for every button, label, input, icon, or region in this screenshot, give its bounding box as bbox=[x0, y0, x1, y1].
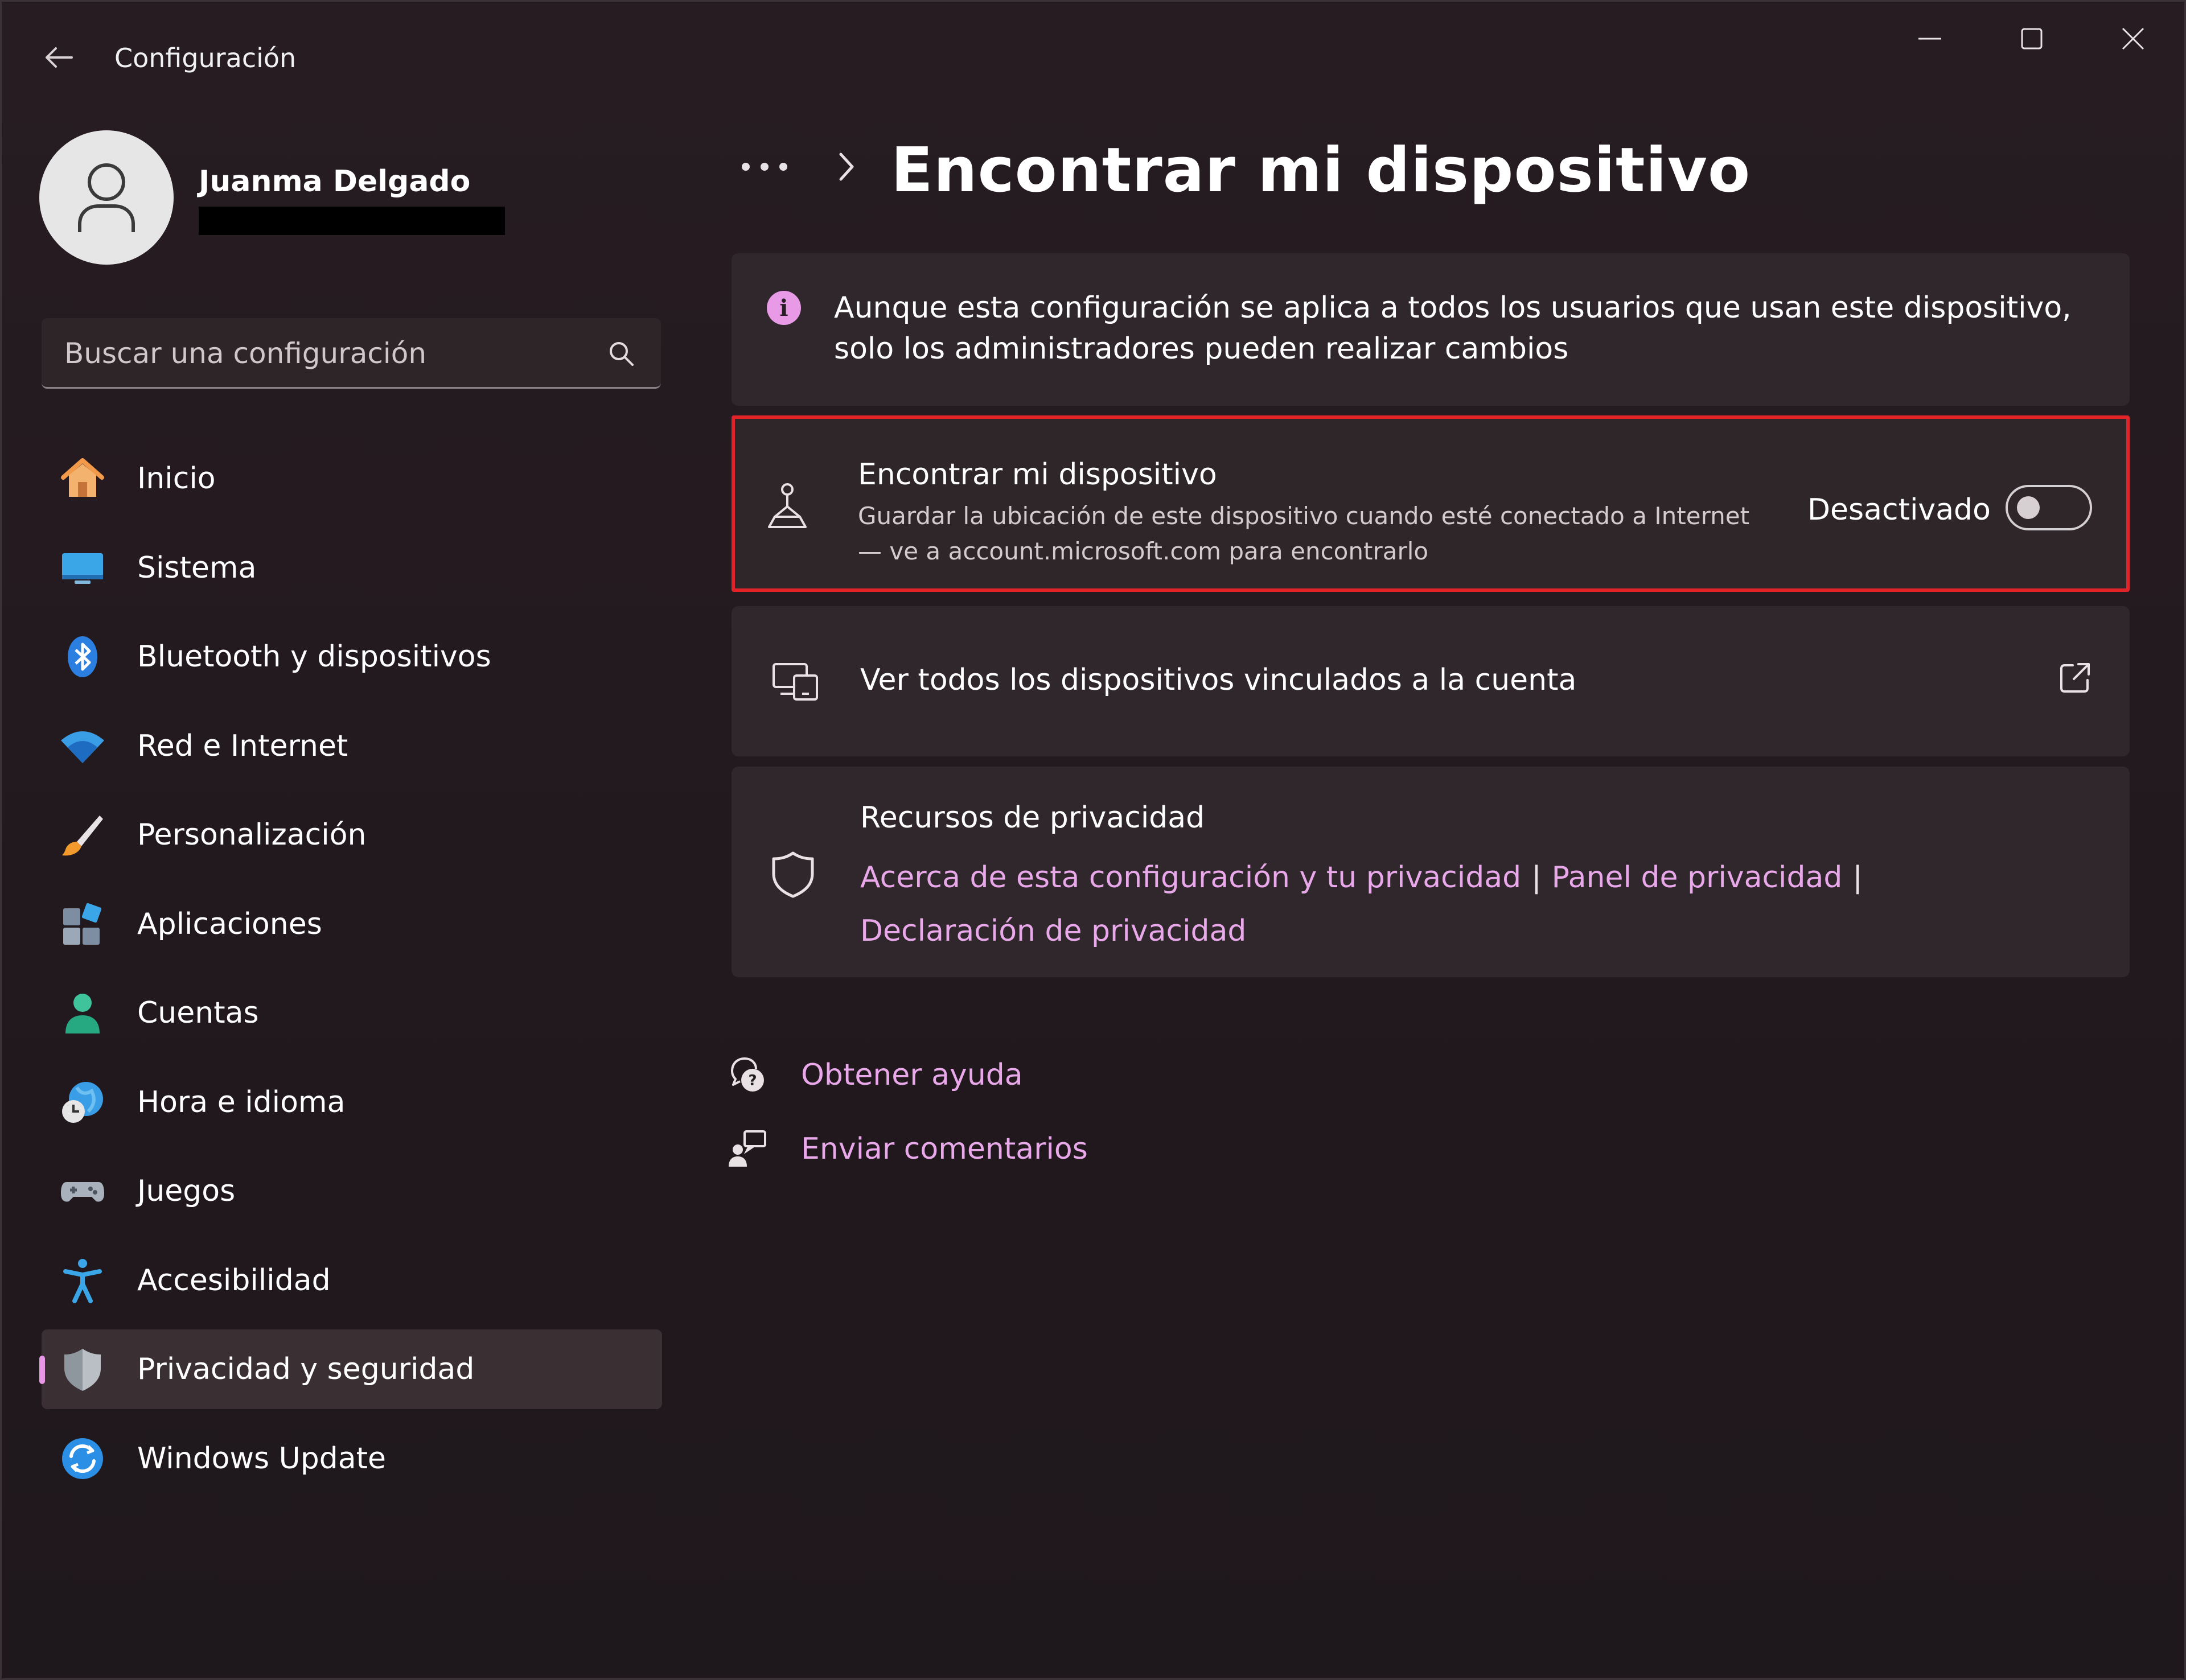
sidebar-item-label: Bluetooth y dispositivos bbox=[137, 640, 491, 674]
sidebar-item-label: Accesibilidad bbox=[137, 1263, 331, 1298]
toggle-status-label: Desactivado bbox=[1807, 493, 1991, 527]
sidebar-item-label: Hora e idioma bbox=[137, 1085, 346, 1119]
info-banner: i Aunque esta configuración se aplica a … bbox=[732, 253, 2130, 406]
settings-window: Configuración Juanma Delgado Buscar una … bbox=[0, 0, 2186, 1680]
more-dots-icon bbox=[742, 163, 787, 171]
sidebar-item-hora[interactable]: Hora e idioma bbox=[42, 1063, 662, 1142]
gamepad-icon bbox=[60, 1168, 105, 1214]
brush-icon bbox=[60, 812, 105, 858]
sidebar-item-label: Aplicaciones bbox=[137, 907, 322, 941]
send-feedback-label: Enviar comentarios bbox=[801, 1132, 1088, 1166]
sidebar-item-label: Privacidad y seguridad bbox=[137, 1352, 475, 1386]
selection-indicator bbox=[39, 1356, 45, 1384]
sidebar-item-red[interactable]: Red e Internet bbox=[42, 706, 662, 786]
monitor-icon bbox=[60, 545, 105, 591]
sidebar-item-privacidad[interactable]: Privacidad y seguridad bbox=[39, 1329, 662, 1409]
maximize-icon bbox=[2021, 28, 2043, 50]
toggle-knob bbox=[2017, 496, 2040, 519]
breadcrumb-more-button[interactable] bbox=[737, 150, 792, 184]
search-box[interactable] bbox=[42, 318, 661, 389]
info-icon: i bbox=[767, 291, 801, 325]
sidebar-item-label: Red e Internet bbox=[137, 728, 348, 763]
get-help-link[interactable]: ? Obtener ayuda bbox=[725, 1052, 1023, 1098]
privacy-resources-card: Recursos de privacidad Acerca de esta co… bbox=[732, 767, 2130, 977]
privacy-resources-title: Recursos de privacidad bbox=[860, 801, 1205, 835]
avatar[interactable] bbox=[39, 130, 174, 265]
sidebar-item-cuentas[interactable]: Cuentas bbox=[42, 973, 662, 1053]
apps-icon bbox=[60, 901, 105, 947]
bluetooth-icon bbox=[60, 634, 105, 680]
send-feedback-link[interactable]: Enviar comentarios bbox=[725, 1126, 1088, 1172]
setting-description: Guardar la ubicación de este dispositivo… bbox=[858, 499, 1769, 569]
sidebar-item-label: Cuentas bbox=[137, 996, 259, 1030]
user-name: Juanma Delgado bbox=[199, 164, 471, 199]
privacy-dashboard-link[interactable]: Panel de privacidad bbox=[1552, 860, 1843, 895]
svg-text:?: ? bbox=[748, 1072, 757, 1089]
person-icon bbox=[78, 163, 135, 232]
maximize-button[interactable] bbox=[1998, 19, 2066, 59]
setting-title: Encontrar mi dispositivo bbox=[858, 458, 1217, 492]
search-icon[interactable] bbox=[607, 340, 635, 367]
wifi-icon bbox=[60, 723, 105, 769]
sidebar-item-label: Inicio bbox=[137, 462, 216, 496]
find-my-device-toggle[interactable] bbox=[2006, 485, 2092, 530]
linked-devices-link-card[interactable]: Ver todos los dispositivos vinculados a … bbox=[732, 606, 2130, 756]
sidebar-item-personalizacion[interactable]: Personalización bbox=[42, 795, 662, 875]
external-link-icon bbox=[2060, 663, 2090, 693]
sidebar-item-bluetooth[interactable]: Bluetooth y dispositivos bbox=[42, 617, 662, 697]
get-help-label: Obtener ayuda bbox=[801, 1058, 1023, 1092]
account-icon bbox=[60, 990, 105, 1036]
sidebar-item-windows-update[interactable]: Windows Update bbox=[42, 1419, 662, 1498]
feedback-icon bbox=[725, 1126, 770, 1172]
devices-icon bbox=[773, 663, 818, 701]
sidebar-item-label: Juegos bbox=[137, 1174, 236, 1208]
chevron-right-icon bbox=[839, 153, 854, 181]
redacted-email bbox=[199, 207, 505, 235]
sidebar-item-accesibilidad[interactable]: Accesibilidad bbox=[42, 1241, 662, 1320]
link-separator: | bbox=[1531, 860, 1542, 895]
minimize-icon bbox=[1918, 38, 1941, 40]
info-text: Aunque esta configuración se aplica a to… bbox=[834, 291, 2072, 366]
page-title: Encontrar mi dispositivo bbox=[891, 135, 1751, 206]
sidebar-nav: Inicio Sistema Bluetooth y dispositivos bbox=[39, 439, 662, 1508]
setting-description-line: Guardar la ubicación de este dispositivo… bbox=[858, 502, 1750, 530]
sidebar-item-aplicaciones[interactable]: Aplicaciones bbox=[42, 884, 662, 964]
home-icon bbox=[60, 456, 105, 501]
linked-devices-label: Ver todos los dispositivos vinculados a … bbox=[860, 663, 1577, 697]
search-input[interactable] bbox=[63, 318, 601, 388]
link-separator: | bbox=[1852, 860, 1863, 895]
update-icon bbox=[60, 1436, 105, 1481]
app-title: Configuración bbox=[114, 43, 297, 73]
privacy-about-link[interactable]: Acerca de esta configuración y tu privac… bbox=[860, 860, 1521, 895]
help-chat-icon: ? bbox=[725, 1052, 770, 1098]
sidebar-item-label: Sistema bbox=[137, 550, 257, 585]
setting-description-line: — ve a account.microsoft.com para encont… bbox=[858, 537, 1429, 565]
close-button[interactable] bbox=[2099, 19, 2167, 59]
sidebar-item-label: Personalización bbox=[137, 818, 367, 852]
sidebar-item-sistema[interactable]: Sistema bbox=[42, 528, 662, 608]
sidebar-item-juegos[interactable]: Juegos bbox=[42, 1151, 662, 1231]
sidebar-item-inicio[interactable]: Inicio bbox=[42, 439, 662, 518]
privacy-statement-link[interactable]: Declaración de privacidad bbox=[860, 914, 1246, 948]
location-person-icon bbox=[768, 483, 807, 528]
globe-clock-icon bbox=[60, 1080, 105, 1125]
privacy-links: Acerca de esta configuración y tu privac… bbox=[860, 851, 2056, 958]
minimize-button[interactable] bbox=[1896, 19, 1964, 59]
shield-outline-icon bbox=[772, 851, 814, 898]
find-my-device-setting: Encontrar mi dispositivo Guardar la ubic… bbox=[732, 415, 2130, 592]
shield-icon bbox=[60, 1347, 105, 1392]
back-arrow-icon bbox=[46, 47, 73, 68]
back-button[interactable] bbox=[38, 42, 78, 73]
accessibility-icon bbox=[60, 1258, 105, 1303]
close-icon bbox=[2122, 27, 2144, 50]
sidebar-item-label: Windows Update bbox=[137, 1441, 386, 1476]
